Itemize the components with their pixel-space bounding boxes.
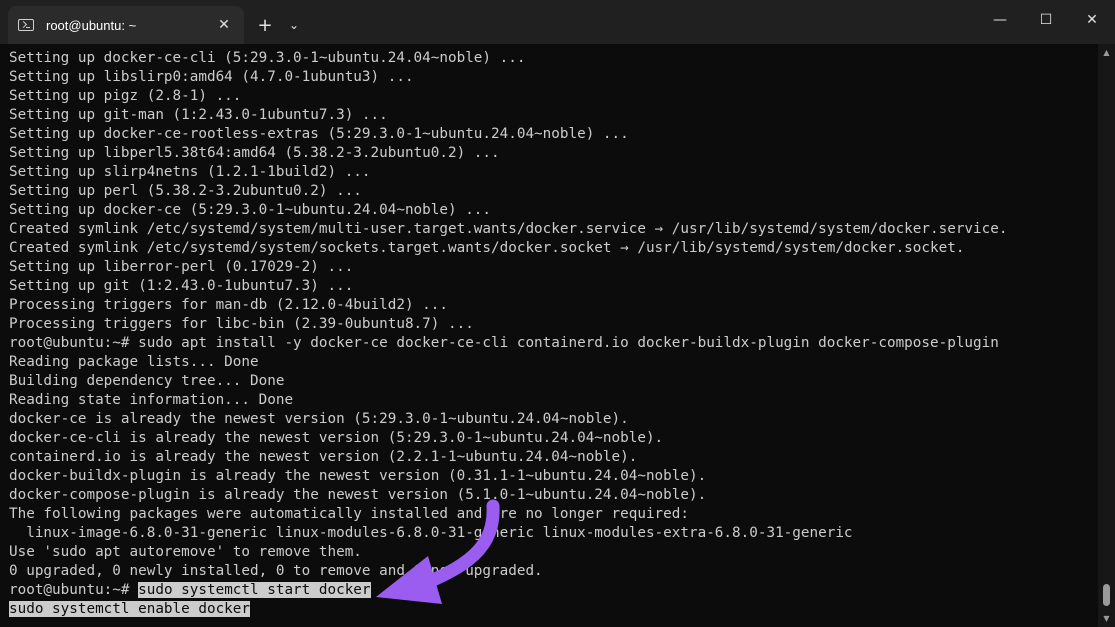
terminal-line: Setting up git (1:2.43.0-1ubuntu7.3) ... [9, 278, 354, 294]
selected-command[interactable]: sudo systemctl start docker [138, 582, 371, 598]
terminal-line: Setting up pigz (2.8-1) ... [9, 88, 242, 104]
terminal-line: Created symlink /etc/systemd/system/mult… [9, 221, 1008, 237]
terminal-line: docker-ce is already the newest version … [9, 411, 629, 427]
prompt-line: sudo systemctl enable docker [9, 600, 251, 619]
window-controls: — ☐ ✕ [977, 0, 1115, 44]
terminal-line: containerd.io is already the newest vers… [9, 449, 638, 465]
terminal-line: Reading package lists... Done [9, 354, 259, 370]
close-window-button[interactable]: ✕ [1069, 0, 1115, 40]
terminal-line: linux-image-6.8.0-31-generic linux-modul… [9, 525, 853, 541]
tab-root-ubuntu[interactable]: root@ubuntu: ~ ✕ [8, 6, 244, 44]
shell-prompt: root@ubuntu:~# [9, 582, 139, 598]
prompt-line: root@ubuntu:~# sudo systemctl start dock… [9, 581, 371, 600]
terminal-line: Setting up docker-ce-rootless-extras (5:… [9, 126, 629, 142]
terminal-icon [18, 19, 34, 31]
terminal-line: Use 'sudo apt autoremove' to remove them… [9, 544, 362, 560]
terminal-line: 0 upgraded, 0 newly installed, 0 to remo… [9, 563, 543, 579]
terminal-line: The following packages were automaticall… [9, 506, 689, 522]
terminal-line: Setting up liberror-perl (0.17029-2) ... [9, 259, 354, 275]
terminal-line: root@ubuntu:~# sudo apt install -y docke… [9, 335, 999, 351]
terminal-line: Setting up docker-ce (5:29.3.0-1~ubuntu.… [9, 202, 492, 218]
terminal-line: Setting up libperl5.38t64:amd64 (5.38.2-… [9, 145, 500, 161]
new-tab-button[interactable]: + [250, 6, 280, 44]
close-tab-icon[interactable]: ✕ [214, 17, 234, 33]
terminal-line: docker-buildx-plugin is already the newe… [9, 468, 707, 484]
title-bar: root@ubuntu: ~ ✕ + ⌄ — ☐ ✕ [0, 0, 1115, 44]
terminal-line: Processing triggers for libc-bin (2.39-0… [9, 316, 474, 332]
selected-command[interactable]: sudo systemctl enable docker [9, 601, 251, 617]
scrollbar-thumb[interactable] [1103, 584, 1110, 606]
minimize-button[interactable]: — [977, 0, 1023, 40]
vertical-scrollbar[interactable]: ▲ ▼ [1098, 44, 1115, 627]
terminal-line: docker-ce-cli is already the newest vers… [9, 430, 664, 446]
terminal-line: Setting up slirp4netns (1.2.1-1build2) .… [9, 164, 371, 180]
terminal-line: Building dependency tree... Done [9, 373, 285, 389]
tab-title: root@ubuntu: ~ [46, 17, 137, 33]
terminal-line: Processing triggers for man-db (2.12.0-4… [9, 297, 448, 313]
chevron-down-icon[interactable]: ⌄ [280, 6, 308, 44]
terminal-line: docker-compose-plugin is already the new… [9, 487, 707, 503]
terminal-line: Setting up docker-ce-cli (5:29.3.0-1~ubu… [9, 50, 526, 66]
terminal-line: Setting up git-man (1:2.43.0-1ubuntu7.3)… [9, 107, 388, 123]
terminal-window: root@ubuntu: ~ ✕ + ⌄ — ☐ ✕ Setting up do… [0, 0, 1115, 627]
terminal-output[interactable]: Setting up docker-ce-cli (5:29.3.0-1~ubu… [0, 44, 1098, 627]
terminal-line: Setting up perl (5.38.2-3.2ubuntu0.2) ..… [9, 183, 362, 199]
maximize-button[interactable]: ☐ [1023, 0, 1069, 40]
terminal-line: Reading state information... Done [9, 392, 294, 408]
scroll-down-icon[interactable]: ▼ [1098, 614, 1115, 623]
terminal-line: Created symlink /etc/systemd/system/sock… [9, 240, 965, 256]
scroll-up-icon[interactable]: ▲ [1098, 48, 1115, 57]
terminal-line: Setting up libslirp0:amd64 (4.7.0-1ubunt… [9, 69, 414, 85]
